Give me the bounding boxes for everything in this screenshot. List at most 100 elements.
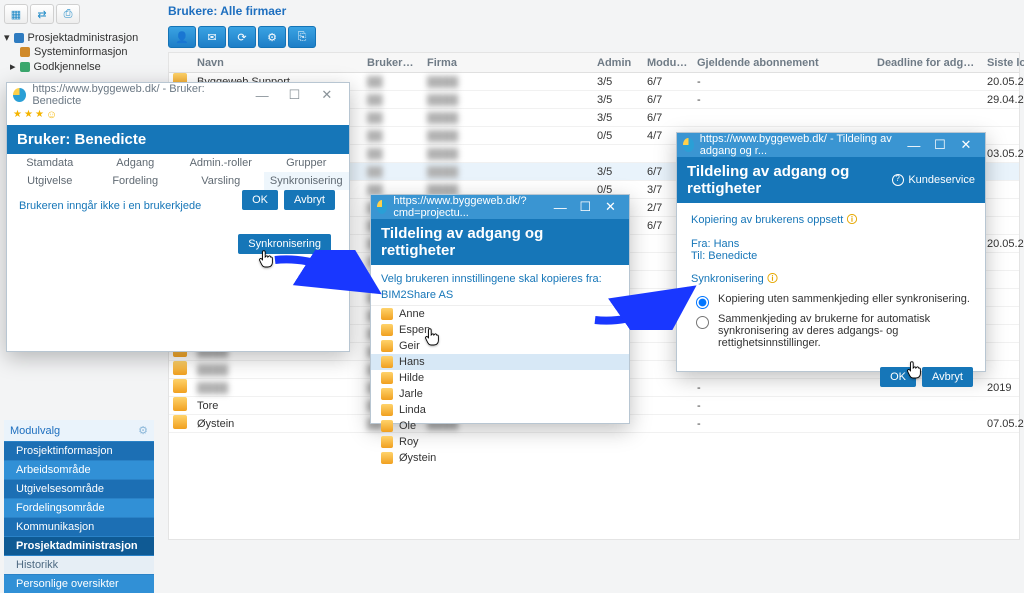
module-item[interactable]: Utgivelsesområde: [4, 479, 154, 498]
maximize-icon[interactable]: ☐: [927, 137, 953, 153]
list-item[interactable]: Linda: [371, 402, 629, 418]
tree-item-label: Systeminformasjon: [34, 46, 128, 58]
tool-btn-2[interactable]: ⇄: [30, 4, 54, 24]
maximize-icon[interactable]: ☐: [573, 199, 598, 215]
list-item[interactable]: Geir: [371, 338, 629, 354]
dialog-select-user: https://www.byggeweb.dk/?cmd=projectu...…: [370, 194, 630, 424]
list-item[interactable]: Hilde: [371, 370, 629, 386]
user-icon: [381, 308, 393, 320]
list-item[interactable]: Øystein: [371, 450, 629, 465]
tree-item-label: Godkjennelse: [34, 61, 101, 73]
tree-item-sysinfo[interactable]: Systeminformasjon: [4, 45, 154, 59]
user-icon: [381, 356, 393, 368]
module-item[interactable]: Fordelingsområde: [4, 498, 154, 517]
dlg1-tabs-row1: Stamdata Adgang Admin.-roller Grupper: [7, 154, 349, 172]
tab-synk[interactable]: Synkronisering: [264, 172, 350, 190]
minimize-icon[interactable]: —: [548, 200, 573, 215]
list-item[interactable]: Jarle: [371, 386, 629, 402]
module-item[interactable]: Kommunikasjon: [4, 517, 154, 536]
module-item[interactable]: Prosjektadministrasjon: [4, 536, 154, 555]
star-icon[interactable]: ★: [35, 109, 44, 123]
tab-stamdata[interactable]: Stamdata: [7, 154, 93, 172]
help-icon[interactable]: 🛈: [846, 214, 857, 226]
ok-button[interactable]: OK: [880, 367, 916, 387]
th-module[interactable]: Modulv...: [643, 57, 693, 69]
list-item[interactable]: Hans: [371, 354, 629, 370]
th-sub[interactable]: Gjeldende abonnement: [693, 57, 873, 69]
minimize-icon[interactable]: —: [246, 88, 278, 103]
main-btn-4[interactable]: ⚙: [258, 26, 286, 48]
dialog-user: https://www.byggeweb.dk/ - Bruker: Bened…: [6, 82, 350, 352]
list-item[interactable]: Anne: [371, 306, 629, 322]
tab-grupper[interactable]: Grupper: [264, 154, 350, 172]
smiley-icon[interactable]: ☺: [46, 109, 57, 123]
dlg3-titlebar[interactable]: https://www.byggeweb.dk/ - Tildeling av …: [677, 133, 985, 157]
tool-btn-3[interactable]: ⎙: [56, 4, 80, 24]
th-deadline[interactable]: Deadline for adgang: [873, 57, 983, 69]
star-icon[interactable]: ★: [24, 109, 33, 123]
main-btn-2[interactable]: ✉: [198, 26, 226, 48]
close-icon[interactable]: ✕: [311, 87, 343, 103]
cancel-button[interactable]: Avbryt: [922, 367, 973, 387]
tree-root[interactable]: ▾ Prosjektadministrasjon: [4, 30, 154, 45]
th-admin[interactable]: Admin: [593, 57, 643, 69]
radio-label: Sammenkjeding av brukerne for automatisk…: [718, 313, 971, 349]
dlg1-url: https://www.byggeweb.dk/ - Bruker: Bened…: [32, 83, 246, 107]
tool-btn-1[interactable]: ▦: [4, 4, 28, 24]
dlg3-url: https://www.byggeweb.dk/ - Tildeling av …: [700, 133, 901, 157]
module-item[interactable]: Arbeidsområde: [4, 460, 154, 479]
module-item[interactable]: Prosjektinformasjon: [4, 441, 154, 460]
ok-button[interactable]: OK: [242, 190, 278, 210]
list-item[interactable]: Espen: [371, 322, 629, 338]
radio-link[interactable]: [696, 316, 709, 329]
main-btn-1[interactable]: 👤: [168, 26, 196, 48]
radio-copy[interactable]: [696, 296, 709, 309]
close-icon[interactable]: ✕: [953, 137, 979, 153]
module-header[interactable]: Modulvalg ⚙: [4, 420, 154, 441]
main-btn-5[interactable]: ⎘: [288, 26, 316, 48]
th-lastlogin[interactable]: Siste logg inn: [983, 57, 1024, 69]
ie-icon: [377, 200, 387, 214]
dlg1-titlebar[interactable]: https://www.byggeweb.dk/ - Bruker: Bened…: [7, 83, 349, 107]
dlg2-subtitle: Velg brukeren innstillingene skal kopier…: [371, 265, 629, 289]
radio-option-1[interactable]: Kopiering uten sammenkjeding eller synkr…: [691, 293, 971, 309]
cancel-button[interactable]: Avbryt: [284, 190, 335, 210]
star-icon[interactable]: ★: [13, 109, 22, 123]
main-btn-3[interactable]: ⟳: [228, 26, 256, 48]
minimize-icon[interactable]: —: [901, 138, 927, 153]
synk-label: Synkronisering: [691, 273, 764, 285]
th-name[interactable]: Navn: [193, 57, 363, 69]
module-item[interactable]: Historikk: [4, 555, 154, 574]
kundeservice-link[interactable]: Kundeservice: [892, 174, 975, 186]
radio-option-2[interactable]: Sammenkjeding av brukerne for automatisk…: [691, 313, 971, 349]
user-icon: [381, 324, 393, 336]
tree-item-godkj[interactable]: ▸ Godkjennelse: [4, 59, 154, 74]
list-item[interactable]: Roy: [371, 434, 629, 450]
module-item[interactable]: Personlige oversikter: [4, 574, 154, 593]
dlg3-heading: Tildeling av adgang og rettigheter Kunde…: [677, 157, 985, 203]
tab-adgang[interactable]: Adgang: [93, 154, 179, 172]
tab-adminroller[interactable]: Admin.-roller: [178, 154, 264, 172]
tab-varsling[interactable]: Varsling: [178, 172, 264, 190]
dlg2-titlebar[interactable]: https://www.byggeweb.dk/?cmd=projectu...…: [371, 195, 629, 219]
nav-tree: ▾ Prosjektadministrasjon Systeminformasj…: [4, 30, 154, 74]
user-icon: [381, 340, 393, 352]
gear-icon[interactable]: ⚙: [138, 424, 148, 437]
close-icon[interactable]: ✕: [598, 199, 623, 215]
dlg2-firm: BIM2Share AS: [371, 289, 629, 305]
user-list[interactable]: AnneEspenGeirHansHildeJarleLindaOleRoyØy…: [371, 305, 629, 465]
list-item[interactable]: Ole: [371, 418, 629, 434]
th-usernum[interactable]: Brukernum...: [363, 57, 423, 69]
user-icon: [381, 404, 393, 416]
dlg3-section-title: Kopiering av brukerens oppsett: [691, 214, 843, 226]
help-icon[interactable]: 🛈: [767, 273, 778, 285]
help-icon: [892, 174, 904, 186]
module-selector: Modulvalg ⚙ ProsjektinformasjonArbeidsomr…: [4, 420, 154, 593]
synkronisering-button[interactable]: Synkronisering: [238, 234, 331, 254]
dlg1-tabs-row2: Utgivelse Fordeling Varsling Synkroniser…: [7, 172, 349, 190]
tab-utgivelse[interactable]: Utgivelse: [7, 172, 93, 190]
module-title: Modulvalg: [10, 425, 60, 437]
maximize-icon[interactable]: ☐: [278, 87, 310, 103]
th-firm[interactable]: Firma: [423, 57, 593, 69]
tab-fordeling[interactable]: Fordeling: [93, 172, 179, 190]
